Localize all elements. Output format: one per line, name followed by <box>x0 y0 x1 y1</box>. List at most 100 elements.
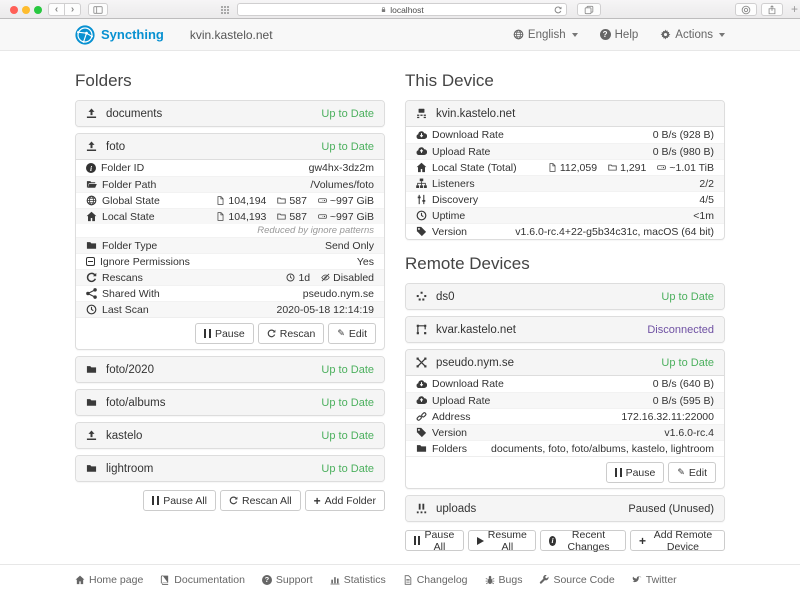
app-navbar: Syncthing kvin.kastelo.net English ? Hel… <box>0 19 800 51</box>
folder-row-lightroom[interactable]: lightroom Up to Date <box>76 456 384 481</box>
actions-menu[interactable]: Actions <box>660 29 725 41</box>
row-label: Download Rate <box>432 378 504 390</box>
version-value: v1.6.0-rc.4 <box>664 427 714 439</box>
extension-button[interactable] <box>735 3 757 16</box>
rescans-row: Rescans 1d Disabled <box>76 269 384 285</box>
local-files: 104,193 <box>228 211 266 223</box>
shared-with-value: pseudo.nym.se <box>303 288 374 300</box>
footer-link-source-code[interactable]: Source Code <box>539 574 614 586</box>
upload-rate-row: Upload Rate 0 B/s (980 B) <box>406 143 724 159</box>
footer-link-bugs[interactable]: Bugs <box>485 574 523 586</box>
folder-row-foto[interactable]: foto Up to Date <box>76 134 384 159</box>
folder-status: Up to Date <box>321 364 374 376</box>
this-device-icon <box>416 108 427 119</box>
rescan-all-button[interactable]: Rescan All <box>220 490 301 511</box>
hdd-icon <box>318 196 327 205</box>
resume-all-button[interactable]: Resume All <box>468 530 536 551</box>
back-button[interactable]: ‹ <box>48 3 65 16</box>
this-device-row[interactable]: kvin.kastelo.net <box>406 101 724 126</box>
pause-all-folders-button[interactable]: Pause All <box>143 490 216 511</box>
new-tab-button[interactable]: + <box>791 2 798 16</box>
sitemap-icon <box>416 178 427 189</box>
footer-link-statistics[interactable]: Statistics <box>330 574 386 586</box>
remote-device-icon <box>416 357 427 368</box>
plus-icon: + <box>639 535 646 547</box>
folder-row-foto-albums[interactable]: foto/albums Up to Date <box>76 390 384 415</box>
row-label: Rescans <box>102 272 143 284</box>
send-only-folder-icon <box>86 141 97 152</box>
row-label: Upload Rate <box>432 146 490 158</box>
folder-row-documents[interactable]: documents Up to Date <box>76 101 384 126</box>
folder-panel-lightroom: lightroom Up to Date <box>75 455 385 482</box>
home-icon <box>86 211 97 222</box>
row-label: Folders <box>432 443 467 455</box>
pause-device-button[interactable]: Pause <box>606 462 665 483</box>
folder-status: Up to Date <box>321 463 374 475</box>
file-icon <box>548 163 557 172</box>
device-row-uploads[interactable]: uploads Paused (Unused) <box>406 496 724 521</box>
folder-icon <box>86 463 97 474</box>
device-panel-uploads: uploads Paused (Unused) <box>405 495 725 522</box>
folder-icon <box>416 443 427 454</box>
folder-row-foto-2020[interactable]: foto/2020 Up to Date <box>76 357 384 382</box>
device-name: kvin.kastelo.net <box>436 108 515 120</box>
total-files: 112,059 <box>560 162 597 174</box>
close-window-button[interactable] <box>10 6 18 14</box>
footer-link-twitter[interactable]: Twitter <box>632 574 677 586</box>
syncthing-brand[interactable]: Syncthing <box>75 25 164 45</box>
plus-icon: + <box>314 495 321 507</box>
pause-folder-button[interactable]: Pause <box>195 323 254 344</box>
footer-link-documentation[interactable]: Documentation <box>160 574 245 586</box>
pause-icon <box>414 536 420 545</box>
listeners-row: Listeners 2/2 <box>406 175 724 191</box>
device-row-kvar[interactable]: kvar.kastelo.net Disconnected <box>406 317 724 342</box>
device-name: kvar.kastelo.net <box>436 324 516 336</box>
device-row-pseudo[interactable]: pseudo.nym.se Up to Date <box>406 350 724 375</box>
help-menu[interactable]: ? Help <box>600 29 639 41</box>
this-device-panel: kvin.kastelo.net Download Rate 0 B/s (92… <box>405 100 725 240</box>
zoom-window-button[interactable] <box>34 6 42 14</box>
footer-link-home[interactable]: Home page <box>75 574 143 586</box>
row-label: Global State <box>102 195 160 207</box>
folders-row: Folders documents, foto, foto/albums, ka… <box>406 440 724 456</box>
folder-row-kastelo[interactable]: kastelo Up to Date <box>76 423 384 448</box>
folder-type-value: Send Only <box>325 240 374 252</box>
address-bar[interactable]: localhost <box>237 3 567 16</box>
reload-button[interactable] <box>554 6 562 14</box>
share-icon <box>86 288 97 299</box>
chevron-down-icon <box>719 33 725 37</box>
rescan-interval: 1d <box>298 272 310 284</box>
edit-device-button[interactable]: ✎Edit <box>668 462 716 483</box>
folder-name: lightroom <box>106 463 153 475</box>
global-size: ~997 GiB <box>330 195 374 207</box>
sidebar-toggle-button[interactable] <box>88 3 108 16</box>
folder-panel-documents: documents Up to Date <box>75 100 385 127</box>
link-icon <box>416 411 427 422</box>
clock-icon <box>86 304 97 315</box>
ignore-permissions-value: Yes <box>357 256 374 268</box>
forward-button[interactable]: › <box>64 3 81 16</box>
footer-link-changelog[interactable]: Changelog <box>403 574 468 586</box>
favorites-grid-button[interactable] <box>215 3 235 16</box>
edit-folder-button[interactable]: ✎Edit <box>328 323 376 344</box>
language-menu[interactable]: English <box>513 29 578 41</box>
wrench-icon <box>539 575 549 585</box>
footer-link-support[interactable]: Support <box>262 574 313 586</box>
recent-changes-button[interactable]: Recent Changes <box>540 530 626 551</box>
send-only-folder-icon <box>86 430 97 441</box>
rescan-folder-button[interactable]: Rescan <box>258 323 325 344</box>
add-folder-button[interactable]: +Add Folder <box>305 490 385 511</box>
tab-overview-button[interactable] <box>577 3 601 16</box>
device-status: Disconnected <box>647 324 714 336</box>
minimize-window-button[interactable] <box>22 6 30 14</box>
clock-icon <box>416 210 427 221</box>
tag-icon <box>416 427 427 438</box>
pause-icon <box>615 468 622 477</box>
uptime-row: Uptime <1m <box>406 207 724 223</box>
share-button[interactable] <box>761 3 783 16</box>
pause-all-devices-button[interactable]: Pause All <box>405 530 464 551</box>
row-label: Download Rate <box>432 129 504 141</box>
add-remote-device-button[interactable]: +Add Remote Device <box>630 530 725 551</box>
folder-status: Up to Date <box>321 141 374 153</box>
device-row-ds0[interactable]: ds0 Up to Date <box>406 284 724 309</box>
